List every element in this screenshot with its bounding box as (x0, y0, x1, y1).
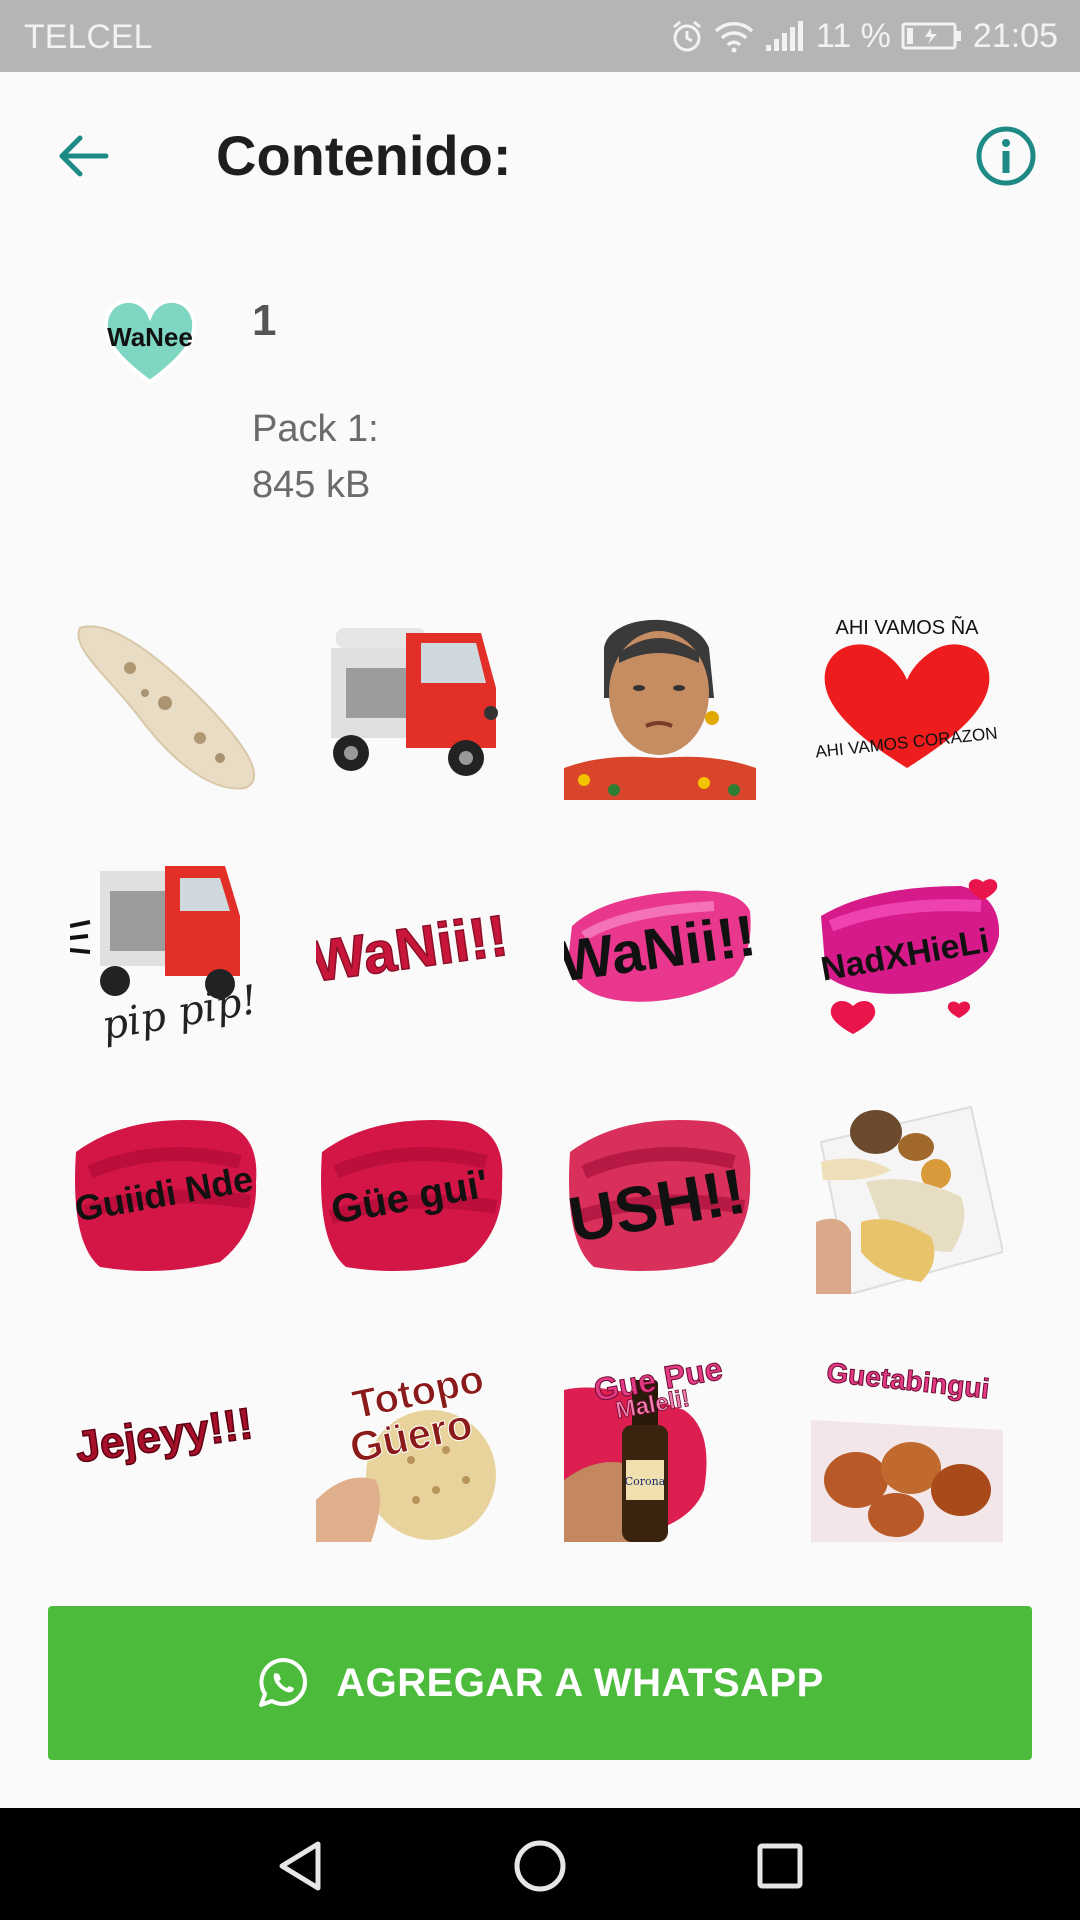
status-icons: 11 % 21:05 (670, 14, 1058, 58)
wifi-icon (714, 19, 754, 53)
nav-recents-button[interactable] (750, 1836, 810, 1896)
recents-square-icon (757, 1843, 803, 1889)
arrow-left-icon (59, 135, 109, 177)
totopo-guero-sticker[interactable]: Totopo Güero (316, 1350, 508, 1542)
pack-header: WaNee 1 Pack 1: 845 kB (0, 270, 1080, 530)
add-to-whatsapp-label: AGREGAR A WHATSAPP (336, 1660, 824, 1705)
guetabingui-text: Guetabingui (825, 1357, 991, 1405)
back-button[interactable] (52, 124, 116, 188)
info-icon (976, 126, 1036, 186)
carrier-label: TELCEL (24, 18, 153, 56)
tray-icon: WaNee (100, 290, 200, 390)
back-triangle-icon (279, 1841, 321, 1891)
food-plate-sticker[interactable] (811, 1102, 1003, 1294)
nav-home-button[interactable] (510, 1836, 570, 1896)
svg-text:Corona: Corona (625, 1475, 666, 1488)
gue-gui-sticker[interactable]: Güe gui' (316, 1102, 508, 1294)
info-button[interactable] (974, 124, 1038, 188)
add-to-whatsapp-button[interactable]: AGREGAR A WHATSAPP (48, 1606, 1032, 1760)
mototaxi-pip-sticker[interactable]: pip pip! (70, 856, 262, 1048)
mototaxi-sticker[interactable] (316, 608, 508, 800)
battery-text: 11 % (815, 16, 891, 55)
pack-name: 1 (252, 296, 277, 345)
alarm-icon (670, 19, 704, 53)
tray-text: WaNee (107, 322, 193, 352)
pack-size: 845 kB (252, 464, 371, 506)
gue-pue-maleli-sticker[interactable]: Corona Gue Pue Maleli! (564, 1350, 756, 1542)
jejeyy-sticker[interactable]: Jejeyy!!! (70, 1350, 262, 1542)
ush-sticker[interactable]: USH!! (564, 1102, 756, 1294)
woman-photo-sticker[interactable] (564, 608, 756, 800)
nav-back-button[interactable] (270, 1836, 330, 1896)
navigation-bar (0, 1808, 1080, 1920)
jejeyy-text: Jejeyy!!! (72, 1399, 256, 1472)
heart-sticker[interactable]: AHI VAMOS ÑA AHI VAMOS CORAZON (811, 608, 1003, 800)
heart-sticker-text-top: AHI VAMOS ÑA (836, 615, 980, 639)
battery-icon (901, 21, 963, 51)
page-title: Contenido: (216, 124, 512, 187)
status-bar: TELCEL 11 % 21:05 (0, 0, 1080, 72)
guetabingui-sticker[interactable]: Guetabingui (811, 1350, 1003, 1542)
wanii-red-sticker[interactable]: WaNii!! (316, 856, 508, 1048)
pack-publisher: Pack 1: (252, 408, 379, 450)
nadxhieli-sticker[interactable]: NadXHieLi (811, 856, 1003, 1048)
tortilla-sticker[interactable] (70, 608, 262, 800)
signal-icon (764, 19, 806, 53)
whatsapp-icon (259, 1658, 308, 1707)
home-circle-icon (514, 1840, 566, 1892)
clock: 21:05 (972, 16, 1058, 55)
wanii-red-text: WaNii!! (316, 903, 508, 995)
wanii-pink-sticker[interactable]: WaNii!! (564, 856, 756, 1048)
guiidi-nde-sticker[interactable]: Guiidi Nde (70, 1102, 262, 1294)
app-bar: Contenido: (0, 72, 1080, 242)
